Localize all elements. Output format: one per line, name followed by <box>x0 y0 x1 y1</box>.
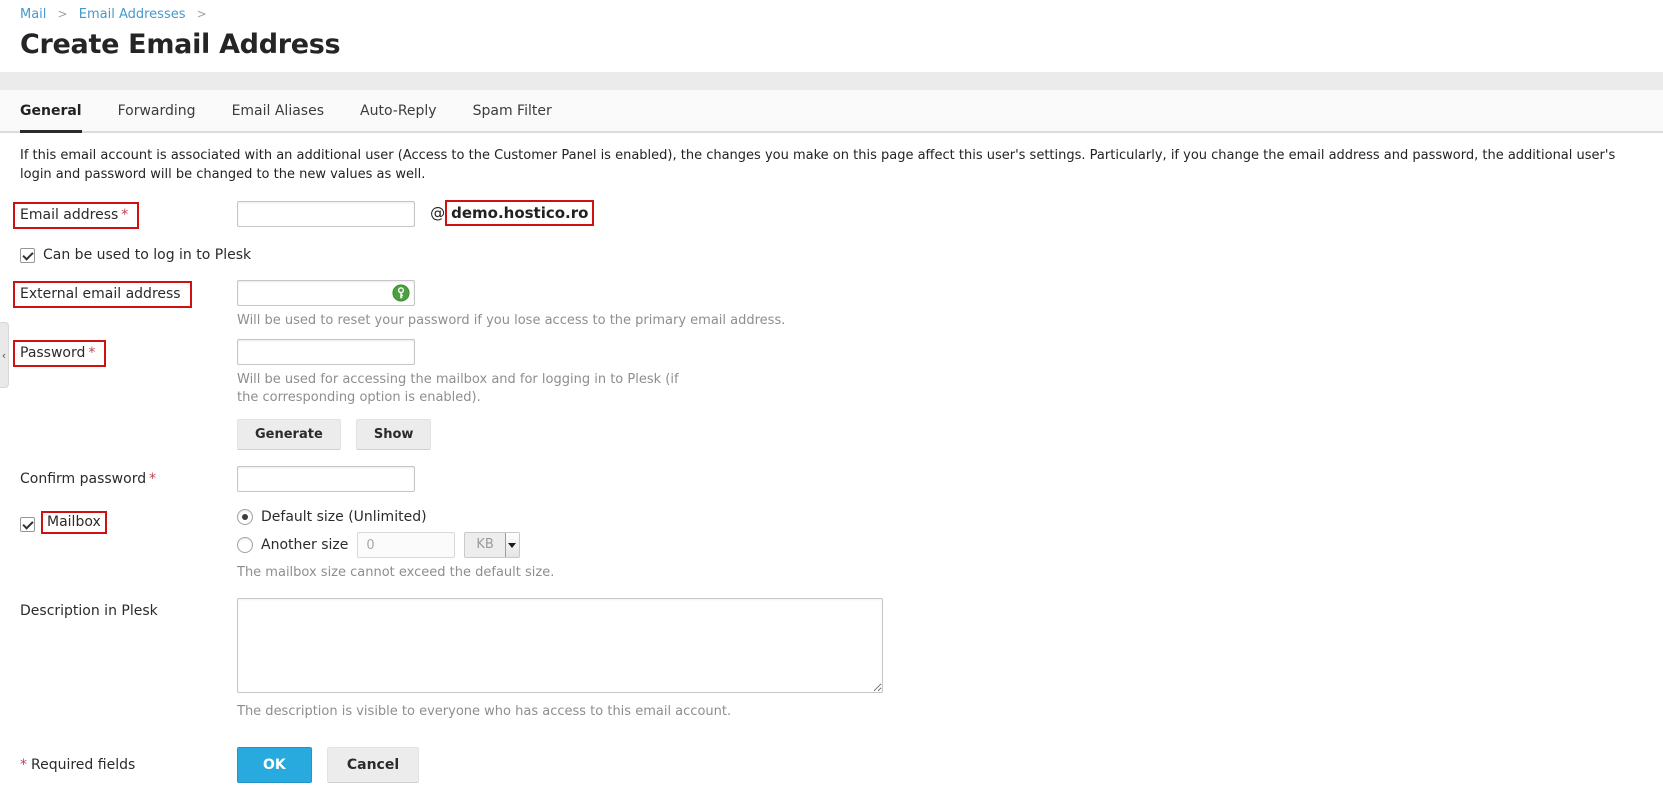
breadcrumb: Mail > Email Addresses > <box>20 7 1643 22</box>
radio-unselected-icon[interactable] <box>237 537 253 553</box>
password-buttons-row: Generate Show <box>20 419 1643 450</box>
mailbox-checkbox-label: Mailbox <box>47 514 101 530</box>
email-address-label: Email address * <box>13 201 237 229</box>
required-asterisk: * <box>20 757 27 773</box>
external-email-control: Will be used to reset your password if y… <box>237 280 1643 330</box>
password-buttons: Generate Show <box>237 419 1643 450</box>
required-asterisk: * <box>88 345 96 361</box>
email-address-label-text: Email address <box>20 207 119 223</box>
description-hint: The description is visible to everyone w… <box>237 704 732 719</box>
tab-forwarding[interactable]: Forwarding <box>118 90 196 133</box>
chevron-left-icon: ‹ <box>1 348 7 362</box>
tab-email-aliases[interactable]: Email Aliases <box>232 90 324 133</box>
header-divider-band <box>0 72 1663 90</box>
external-email-label-text: External email address <box>20 286 181 302</box>
required-fields-note: * Required fields <box>20 747 237 773</box>
ok-button[interactable]: OK <box>237 747 312 783</box>
tab-bar: General Forwarding Email Aliases Auto-Re… <box>0 90 1663 133</box>
password-row: Password * Will be used for accessing the… <box>13 339 1643 407</box>
default-size-radio-row[interactable]: Default size (Unlimited) <box>237 509 1643 525</box>
confirm-password-control <box>237 466 1643 492</box>
show-button[interactable]: Show <box>355 419 432 450</box>
annotation-box-password-label: Password * <box>13 340 107 367</box>
confirm-password-row: Confirm password * <box>20 466 1643 492</box>
breadcrumb-link-email-addresses[interactable]: Email Addresses <box>79 7 186 22</box>
description-row: Description in Plesk The description is … <box>20 598 1643 721</box>
plesk-login-checkbox-label: Can be used to log in to Plesk <box>43 247 252 263</box>
password-label: Password * <box>13 339 237 367</box>
breadcrumb-link-mail[interactable]: Mail <box>20 7 46 22</box>
mailbox-checkbox-row[interactable]: Mailbox <box>20 511 237 534</box>
mailbox-label-col: Mailbox <box>20 509 237 534</box>
password-label-text: Password <box>20 345 86 361</box>
another-size-input[interactable] <box>357 532 456 558</box>
confirm-password-input[interactable] <box>237 466 415 492</box>
chevron-down-icon[interactable] <box>504 533 519 557</box>
annotation-box-mailbox-label: Mailbox <box>41 511 107 534</box>
description-label: Description in Plesk <box>20 598 237 619</box>
plesk-login-checkbox-row[interactable]: Can be used to log in to Plesk <box>20 247 251 263</box>
password-input[interactable] <box>237 339 415 365</box>
footer-row: * Required fields OK Cancel <box>20 747 1643 783</box>
external-email-input[interactable] <box>237 280 415 306</box>
form-content: If this email account is associated with… <box>0 133 1663 783</box>
tab-spam-filter[interactable]: Spam Filter <box>473 90 552 133</box>
external-email-label: External email address <box>13 280 237 308</box>
checkbox-checked-icon[interactable] <box>20 516 35 532</box>
annotation-box-email-label: Email address * <box>13 202 140 229</box>
plesk-login-row: Can be used to log in to Plesk <box>20 247 1643 263</box>
email-address-control: @ demo.hostico.ro <box>237 200 1643 227</box>
email-address-input[interactable] <box>237 201 415 227</box>
external-email-hint: Will be used to reset your password if y… <box>237 313 786 328</box>
mailbox-control: Default size (Unlimited) Another size KB… <box>237 509 1643 582</box>
description-label-text: Description in Plesk <box>20 603 158 619</box>
required-asterisk: * <box>121 207 129 223</box>
mailbox-size-hint: The mailbox size cannot exceed the defau… <box>237 565 555 580</box>
another-size-label: Another size <box>261 537 349 553</box>
sidebar-collapse-toggle[interactable]: ‹ <box>0 322 9 388</box>
annotation-box-external-email-label: External email address <box>13 281 192 308</box>
required-fields-text: Required fields <box>31 757 136 773</box>
info-text: If this email account is associated with… <box>20 148 1616 182</box>
mailbox-row: Mailbox Default size (Unlimited) Another… <box>20 509 1643 582</box>
size-unit-value: KB <box>465 533 505 557</box>
checkbox-checked-icon[interactable] <box>20 247 35 263</box>
description-textarea[interactable] <box>237 598 883 693</box>
password-hint: Will be used for accessing the mailbox a… <box>237 372 679 405</box>
generate-button[interactable]: Generate <box>237 419 341 450</box>
email-domain: demo.hostico.ro <box>451 204 589 222</box>
annotation-box-domain: demo.hostico.ro <box>445 200 595 226</box>
footer-buttons: OK Cancel <box>237 747 1643 783</box>
password-control: Will be used for accessing the mailbox a… <box>237 339 1643 407</box>
external-email-row: External email address Will be used to r… <box>13 280 1643 330</box>
cancel-button[interactable]: Cancel <box>326 747 420 783</box>
at-sign: @ <box>430 204 446 222</box>
size-unit-select[interactable]: KB <box>464 532 520 558</box>
another-size-radio-row[interactable]: Another size KB <box>237 532 1643 558</box>
page-header: Mail > Email Addresses > Create Email Ad… <box>0 0 1663 60</box>
confirm-password-label: Confirm password * <box>20 466 237 487</box>
email-address-row: Email address * @ demo.hostico.ro <box>13 200 1643 229</box>
required-asterisk: * <box>149 471 157 487</box>
description-control: The description is visible to everyone w… <box>237 598 1643 721</box>
breadcrumb-separator: > <box>196 7 207 21</box>
page-title: Create Email Address <box>20 29 341 60</box>
radio-selected-icon[interactable] <box>237 509 253 525</box>
key-icon <box>392 284 410 302</box>
default-size-label: Default size (Unlimited) <box>261 509 427 525</box>
breadcrumb-separator: > <box>57 7 68 21</box>
tab-auto-reply[interactable]: Auto-Reply <box>360 90 437 133</box>
tab-general[interactable]: General <box>20 90 82 133</box>
confirm-password-label-text: Confirm password <box>20 471 147 487</box>
